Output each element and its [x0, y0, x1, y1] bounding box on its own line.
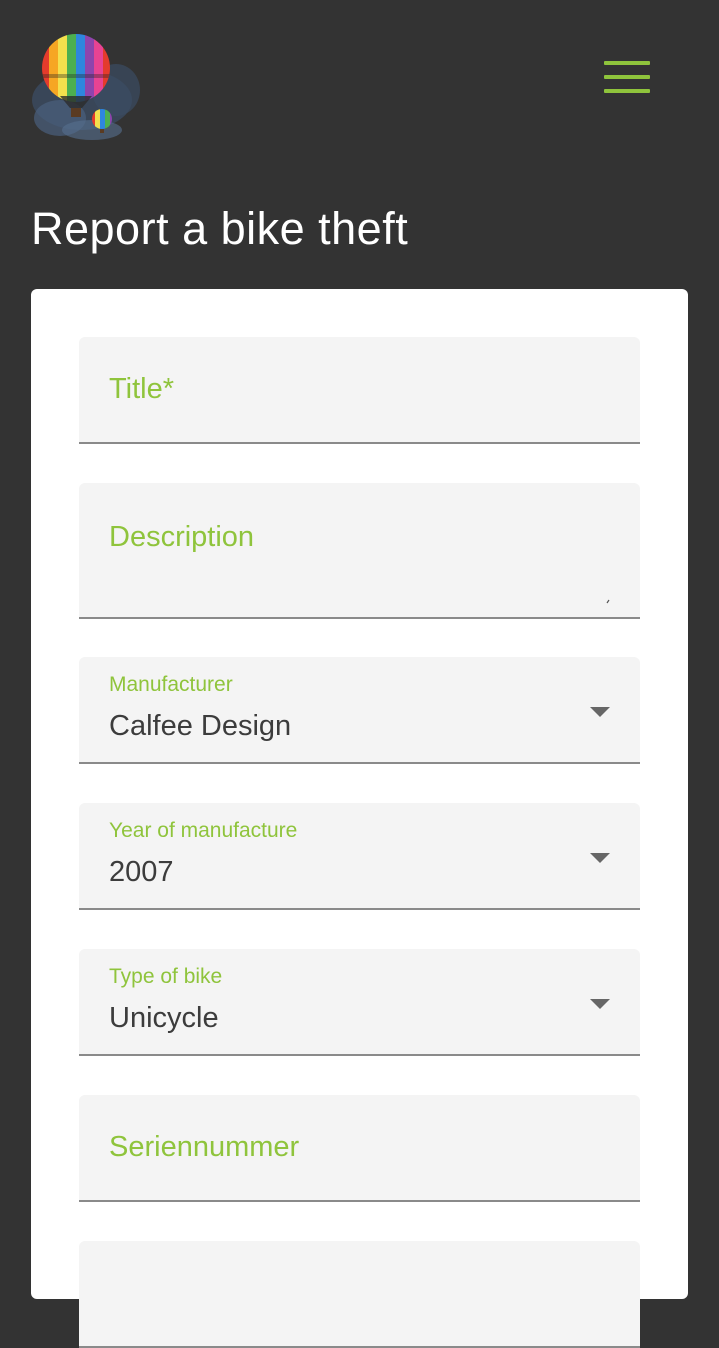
- page-title: Report a bike theft: [31, 203, 409, 254]
- menu-bar: [604, 75, 650, 79]
- resize-handle-icon[interactable]: [604, 599, 610, 605]
- description-field[interactable]: Description: [79, 483, 640, 619]
- manufacturer-select[interactable]: Manufacturer Calfee Design: [79, 657, 640, 764]
- bike-type-select[interactable]: Type of bike Unicycle: [79, 949, 640, 1056]
- next-form-field[interactable]: [79, 1241, 640, 1348]
- bike-type-value: Unicycle: [109, 1002, 219, 1034]
- chevron-down-icon: [590, 707, 610, 717]
- year-of-manufacture-label: Year of manufacture: [109, 819, 298, 842]
- hot-air-balloon-logo[interactable]: [30, 30, 142, 142]
- report-form-card: Title* Description Manufacturer Calfee D…: [31, 289, 688, 1348]
- manufacturer-value: Calfee Design: [109, 710, 292, 742]
- title-field-placeholder: Title*: [109, 373, 174, 405]
- bike-type-label: Type of bike: [109, 965, 223, 988]
- hamburger-menu-icon[interactable]: [596, 54, 658, 100]
- serial-number-field[interactable]: Seriennummer: [79, 1095, 640, 1202]
- title-field[interactable]: Title*: [79, 337, 640, 444]
- chevron-down-icon: [590, 853, 610, 863]
- menu-bar: [604, 89, 650, 93]
- year-of-manufacture-select[interactable]: Year of manufacture 2007: [79, 803, 640, 910]
- chevron-down-icon: [590, 999, 610, 1009]
- serial-number-placeholder: Seriennummer: [109, 1131, 300, 1163]
- description-field-placeholder: Description: [109, 521, 255, 553]
- manufacturer-label: Manufacturer: [109, 673, 233, 696]
- year-of-manufacture-value: 2007: [109, 856, 174, 888]
- menu-bar: [604, 61, 650, 65]
- app-header: [0, 0, 719, 180]
